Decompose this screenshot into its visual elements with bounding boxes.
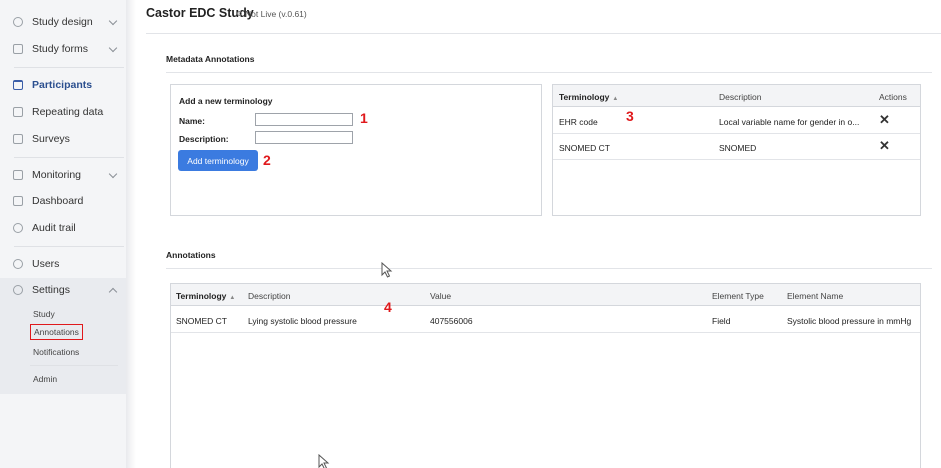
column-header-description: Description: [719, 92, 762, 102]
chevron-down-icon: [108, 169, 118, 178]
sidebar-item-participants[interactable]: Participants: [0, 73, 126, 97]
column-header-element-name: Element Name: [787, 291, 844, 301]
settings-sub-admin[interactable]: Admin: [33, 374, 57, 384]
submenu-divider: [30, 365, 118, 366]
document-icon: [13, 107, 23, 117]
sidebar-item-label: Study design: [32, 16, 93, 28]
sidebar-item-audit-trail[interactable]: Audit trail: [0, 216, 126, 240]
terminology-table: Terminology ▲ Description Actions EHR cod…: [552, 84, 921, 216]
add-terminology-button[interactable]: Add terminology: [178, 150, 258, 171]
sidebar-item-label: Study forms: [32, 43, 89, 55]
delete-icon[interactable]: ✕: [879, 138, 890, 154]
table-row: EHR code Local variable name for gender …: [553, 108, 920, 134]
sidebar-item-study-forms[interactable]: Study forms: [0, 37, 126, 61]
sidebar-item-repeating-data[interactable]: Repeating data: [0, 100, 126, 124]
marker-2: 2: [263, 152, 271, 168]
terminology-cell: EHR code: [559, 117, 598, 127]
sidebar-item-label: Users: [32, 258, 60, 270]
terminology-table-header: Terminology ▲ Description Actions: [553, 85, 920, 107]
sidebar-item-monitoring[interactable]: Monitoring: [0, 163, 126, 187]
terminology-cell: SNOMED CT: [559, 143, 610, 153]
sidebar-item-label: Repeating data: [32, 106, 104, 118]
section-divider: [166, 268, 932, 269]
header-divider: [146, 33, 941, 34]
column-header-value: Value: [430, 291, 452, 301]
description-cell: Local variable name for gender in o...: [719, 117, 860, 127]
name-label: Name:: [179, 116, 205, 126]
sidebar-item-label: Participants: [32, 79, 93, 91]
section-title-annotations: Annotations: [166, 250, 216, 260]
settings-sub-annotations[interactable]: Annotations: [30, 324, 83, 340]
sort-arrow-icon: ▲: [612, 96, 619, 102]
table-row: SNOMED CT SNOMED ✕: [553, 134, 920, 160]
name-input[interactable]: [255, 113, 353, 126]
marker-3: 3: [626, 108, 634, 124]
mouse-cursor-icon: [381, 262, 393, 278]
column-header-description: Description: [248, 291, 291, 301]
sidebar-item-label: Monitoring: [32, 169, 82, 181]
marker-1: 1: [360, 110, 368, 126]
mouse-cursor-icon: [318, 454, 330, 468]
settings-submenu: Study Annotations Notifications Admin: [0, 302, 126, 394]
terminology-cell: SNOMED CT: [176, 316, 227, 326]
table-row[interactable]: SNOMED CT Lying systolic blood pressure …: [171, 307, 920, 333]
sidebar: Study design Study forms Participants Re…: [0, 0, 126, 468]
add-terminology-panel: Add a new terminology Name: Description:…: [170, 84, 542, 216]
column-header-terminology[interactable]: Terminology ▲: [176, 291, 235, 301]
column-header-terminology[interactable]: Terminology ▲: [559, 92, 618, 102]
sidebar-item-users[interactable]: Users: [0, 252, 126, 276]
sidebar-item-label: Audit trail: [32, 222, 76, 234]
sidebar-item-study-design[interactable]: Study design: [0, 10, 126, 34]
sidebar-item-surveys[interactable]: Surveys: [0, 127, 126, 151]
column-header-actions: Actions: [879, 92, 907, 102]
sidebar-item-label: Surveys: [32, 133, 70, 145]
annotations-table: Terminology ▲ Description Value Element T…: [170, 283, 921, 468]
folder-icon: [13, 80, 23, 90]
sidebar-divider: [14, 67, 124, 68]
settings-sub-study[interactable]: Study: [33, 309, 55, 319]
element-name-cell: Systolic blood pressure in mmHg: [787, 316, 912, 326]
gear-icon: [13, 285, 23, 295]
sort-arrow-icon: ▲: [229, 295, 236, 301]
description-cell: SNOMED: [719, 143, 757, 153]
chevron-down-icon: [108, 16, 118, 25]
diagram-icon: [13, 17, 23, 27]
column-header-element-type: Element Type: [712, 291, 764, 301]
audit-icon: [13, 223, 23, 233]
marker-4: 4: [384, 299, 392, 315]
status-text: Not Live (v.0.61): [245, 9, 307, 19]
chevron-down-icon: [108, 43, 118, 52]
users-icon: [13, 259, 23, 269]
chart-icon: [13, 196, 23, 206]
element-type-cell: Field: [712, 316, 731, 326]
sidebar-item-label: Dashboard: [32, 195, 84, 207]
add-terminology-title: Add a new terminology: [179, 96, 273, 106]
description-cell: Lying systolic blood pressure: [248, 316, 357, 326]
annotations-table-header: Terminology ▲ Description Value Element T…: [171, 284, 920, 306]
sidebar-divider: [14, 157, 124, 158]
section-divider: [166, 72, 932, 73]
settings-sub-notifications[interactable]: Notifications: [33, 347, 79, 357]
sidebar-divider: [14, 246, 124, 247]
description-label: Description:: [179, 134, 229, 144]
sidebar-shadow: [126, 0, 136, 468]
delete-icon[interactable]: ✕: [879, 112, 890, 128]
study-status: Not Live (v.0.61): [237, 9, 307, 19]
monitor-icon: [13, 170, 23, 180]
chevron-up-icon: [108, 287, 118, 296]
sidebar-item-label: Settings: [32, 284, 70, 296]
sidebar-item-settings[interactable]: Settings: [0, 278, 126, 302]
document-icon: [13, 134, 23, 144]
value-cell: 407556006: [430, 316, 473, 326]
description-input[interactable]: [255, 131, 353, 144]
status-dot-icon: [237, 11, 242, 16]
sidebar-item-dashboard[interactable]: Dashboard: [0, 189, 126, 213]
section-title-metadata: Metadata Annotations: [166, 54, 255, 64]
form-icon: [13, 44, 23, 54]
